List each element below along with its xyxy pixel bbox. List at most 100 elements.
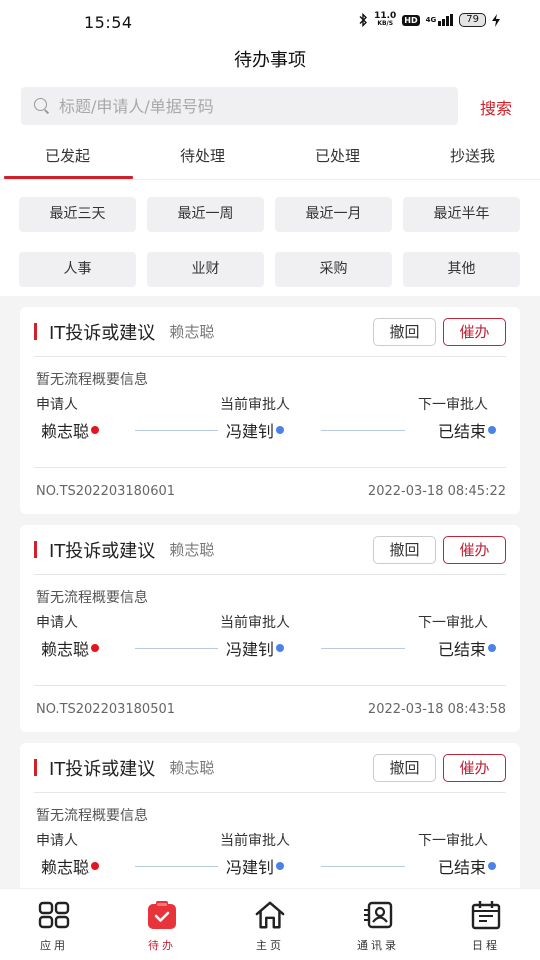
card-title: IT投诉或建议	[49, 758, 156, 780]
approval-flow: 申请人 当前审批人 下一审批人 赖志聪 冯建钊 已结束	[36, 612, 504, 662]
contacts-icon	[362, 899, 394, 931]
applicant-name: 赖志聪	[41, 636, 100, 660]
request-card[interactable]: IT投诉或建议 赖志聪 撤回 催办 暂无流程概要信息 申请人 当前审批人 下一审…	[20, 743, 520, 888]
filter-last-month[interactable]: 最近一月	[275, 197, 392, 232]
tab-pending[interactable]: 待处理	[135, 130, 270, 179]
filter-other[interactable]: 其他	[403, 251, 520, 287]
nav-todo[interactable]: 待办	[108, 889, 216, 960]
request-card[interactable]: IT投诉或建议 赖志聪 撤回 催办 暂无流程概要信息 申请人 当前审批人 下一审…	[20, 307, 520, 514]
flow-connector	[135, 648, 218, 649]
search-row: 搜索	[0, 82, 540, 130]
search-box[interactable]	[21, 87, 458, 125]
accent-bar	[34, 323, 37, 340]
next-approver-name: 已结束	[438, 854, 496, 878]
request-card[interactable]: IT投诉或建议 赖志聪 撤回 催办 暂无流程概要信息 申请人 当前审批人 下一审…	[20, 525, 520, 732]
nav-schedule[interactable]: 日程	[432, 889, 540, 960]
hd-icon: HD	[402, 14, 420, 26]
card-author: 赖志聪	[169, 759, 215, 777]
todo-clipboard-icon	[146, 899, 178, 931]
filter-purchase[interactable]: 采购	[275, 251, 392, 287]
search-icon	[33, 97, 51, 115]
nav-home[interactable]: 主页	[216, 889, 324, 960]
recall-button[interactable]: 撤回	[373, 535, 436, 564]
page-title: 待办事项	[234, 50, 306, 71]
applicant-dot-icon	[91, 644, 100, 652]
nav-label: 应用	[40, 939, 68, 952]
bluetooth-icon	[359, 13, 368, 27]
approver-dot-icon	[488, 426, 496, 434]
filter-panel: 最近三天 最近一周 最近一月 最近半年 人事 业财 采购 其他	[0, 180, 540, 296]
card-summary: 暂无流程概要信息	[36, 372, 148, 388]
page-header: 待办事项	[0, 44, 540, 82]
card-summary: 暂无流程概要信息	[36, 808, 148, 824]
card-author: 赖志聪	[169, 323, 215, 341]
recall-button[interactable]: 撤回	[373, 317, 436, 346]
card-header: IT投诉或建议 赖志聪 撤回 催办	[34, 525, 506, 575]
current-approver-name: 冯建钊	[226, 636, 285, 660]
next-approver-label: 下一审批人	[418, 833, 488, 849]
flow-connector	[321, 430, 405, 431]
approval-flow: 申请人 当前审批人 下一审批人 赖志聪 冯建钊 已结束	[36, 394, 504, 444]
status-tabs: 已发起 待处理 已处理 抄送我	[0, 130, 540, 180]
applicant-name: 赖志聪	[41, 418, 100, 442]
filter-finance[interactable]: 业财	[147, 251, 264, 287]
applicant-label: 申请人	[36, 397, 78, 413]
calendar-icon	[470, 899, 502, 931]
search-button[interactable]: 搜索	[480, 95, 512, 119]
urge-button[interactable]: 催办	[443, 753, 506, 782]
request-list: IT投诉或建议 赖志聪 撤回 催办 暂无流程概要信息 申请人 当前审批人 下一审…	[0, 296, 540, 888]
status-bar: 15:54 11.0 KB/S HD 4G 79	[0, 0, 540, 44]
flow-connector	[135, 866, 218, 867]
filter-last-week[interactable]: 最近一周	[147, 197, 264, 232]
recall-button[interactable]: 撤回	[373, 753, 436, 782]
flow-connector	[135, 430, 218, 431]
document-number: NO.TS202203180501	[36, 701, 176, 717]
applicant-dot-icon	[91, 426, 100, 434]
card-title: IT投诉或建议	[49, 540, 156, 562]
current-approver-label: 当前审批人	[220, 833, 290, 849]
document-number: NO.TS202203180601	[36, 483, 176, 499]
urge-button[interactable]: 催办	[443, 317, 506, 346]
filter-last-3-days[interactable]: 最近三天	[19, 197, 136, 232]
status-icons: 11.0 KB/S HD 4G 79	[358, 12, 500, 28]
card-author: 赖志聪	[169, 541, 215, 559]
card-footer: NO.TS202203180501 2022-03-18 08:43:58	[34, 685, 506, 732]
card-header: IT投诉或建议 赖志聪 撤回 催办	[34, 307, 506, 357]
home-icon	[254, 899, 286, 931]
filter-last-half-year[interactable]: 最近半年	[403, 197, 520, 232]
next-approver-label: 下一审批人	[418, 397, 488, 413]
bottom-nav: 应用 待办 主页 通讯录 日程	[0, 888, 540, 960]
grid-icon	[38, 899, 70, 931]
tab-processed[interactable]: 已处理	[270, 130, 405, 179]
approver-dot-icon	[276, 862, 285, 870]
nav-contacts[interactable]: 通讯录	[324, 889, 432, 960]
tab-cc-me[interactable]: 抄送我	[405, 130, 540, 179]
current-approver-label: 当前审批人	[220, 397, 290, 413]
next-approver-name: 已结束	[438, 418, 496, 442]
nav-label: 主页	[256, 939, 284, 952]
approver-dot-icon	[276, 644, 285, 652]
current-approver-name: 冯建钊	[226, 418, 285, 442]
nav-label: 待办	[148, 939, 176, 952]
applicant-label: 申请人	[36, 615, 78, 631]
filter-hr[interactable]: 人事	[19, 251, 136, 287]
submit-datetime: 2022-03-18 08:45:22	[367, 483, 506, 499]
nav-label: 通讯录	[357, 939, 399, 952]
applicant-dot-icon	[91, 862, 100, 870]
card-header: IT投诉或建议 赖志聪 撤回 催办	[34, 743, 506, 793]
status-time: 15:54	[84, 13, 133, 32]
charging-icon	[492, 13, 500, 27]
urge-button[interactable]: 催办	[443, 535, 506, 564]
next-approver-name: 已结束	[438, 636, 496, 660]
applicant-label: 申请人	[36, 833, 78, 849]
signal-icon	[438, 14, 454, 26]
approval-flow: 申请人 当前审批人 下一审批人 赖志聪 冯建钊 已结束	[36, 830, 504, 880]
next-approver-label: 下一审批人	[418, 615, 488, 631]
nav-apps[interactable]: 应用	[0, 889, 108, 960]
tab-initiated[interactable]: 已发起	[0, 130, 135, 179]
search-input[interactable]	[59, 96, 439, 116]
current-approver-label: 当前审批人	[220, 615, 290, 631]
current-approver-name: 冯建钊	[226, 854, 285, 878]
accent-bar	[34, 541, 37, 558]
approver-dot-icon	[488, 644, 496, 652]
